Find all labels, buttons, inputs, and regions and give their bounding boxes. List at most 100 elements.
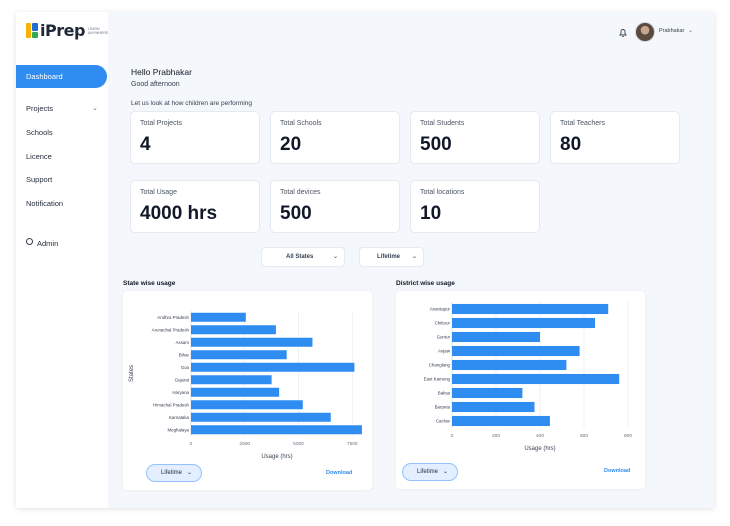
bar [191,350,287,360]
stat-label: Total devices [280,189,321,196]
category-label: Changlang [429,363,451,368]
category-label: Guntur [437,335,451,340]
avatar[interactable] [635,22,655,42]
category-label: Andhra Pradesh [157,315,189,320]
stat-card: Total Teachers 80 [550,111,680,164]
chevron-down-icon: ⌄ [187,470,193,476]
gear-icon [26,238,33,245]
district-period-button[interactable]: Lifetime ⌄ [402,463,458,481]
bell-icon[interactable] [618,28,628,38]
district-download-link[interactable]: Download [604,468,630,474]
state-usage-title: State wise usage [123,280,176,287]
bar [452,331,540,343]
category-label: Cachar [436,419,451,424]
stat-value: 80 [560,134,582,155]
state-period-button[interactable]: Lifetime ⌄ [146,464,202,482]
logo-mark [26,23,39,38]
stat-value: 4000 hrs [140,203,218,224]
bar [452,359,567,371]
stat-card: Total Students 500 [410,111,540,164]
stat-value: 500 [280,203,312,224]
sidebar-item-projects[interactable]: Projects [26,104,53,113]
bar [452,317,595,329]
sidebar-item-schools[interactable]: Schools [26,128,53,137]
category-label: Bihar [179,352,190,357]
bar [191,375,272,385]
x-tick-label: 400 [536,433,544,439]
brand-name: iPrep [40,21,85,40]
period-filter-select[interactable]: Lifetime ⌄ [359,247,424,267]
sidebar-item-support[interactable]: Support [26,175,52,184]
sidebar-item-licence[interactable]: Licence [26,152,52,161]
sidebar: iPrep LEARN ANYWHERE Dashboard Projects … [16,12,108,508]
stat-label: Total Students [420,120,465,127]
district-period-label: Lifetime [417,469,439,475]
category-label: Baksa [438,391,451,396]
bar [452,415,550,427]
stat-label: Total Teachers [560,120,606,127]
category-label: Gujarat [175,377,190,382]
bar [191,312,246,322]
bar [191,387,280,397]
bar [452,303,609,315]
category-label: Barpeta [435,405,451,410]
category-label: Arunachal Pradesh [152,327,190,332]
category-label: Chittoor [435,321,451,326]
bar [191,337,313,347]
category-label: Karnataka [169,415,190,420]
bar [191,400,303,410]
bar [191,425,362,435]
category-label: Himachal Pradesh [153,402,189,407]
category-label: Meghalaya [168,427,190,432]
state-filter-select[interactable]: All States ⌄ [261,247,345,267]
stat-label: Total locations [420,189,465,196]
category-label: Goa [181,365,190,370]
bar [452,373,620,385]
state-usage-chart: 0 2500 5000 7500 Andhra Pradesh Arunachal Pra… [129,311,362,460]
category-label: East Kameng [424,377,451,382]
category-label: Assam [176,340,190,345]
state-download-link[interactable]: Download [326,470,352,476]
x-tick-label: 0 [451,433,454,439]
bar [191,325,276,335]
chevron-down-icon[interactable]: ⌄ [688,27,693,34]
stat-card: Total Projects 4 [130,111,260,164]
x-tick-label: 5000 [293,441,304,447]
chevron-down-icon: ⌄ [443,469,449,475]
stat-label: Total Usage [140,189,177,196]
x-tick-label: 7500 [347,441,358,447]
brand-tagline: LEARN ANYWHERE [87,26,109,35]
bar [191,412,331,422]
sidebar-item-admin[interactable]: Admin [37,239,58,248]
sidebar-item-dashboard[interactable]: Dashboard [16,65,107,88]
y-axis-label: States [129,365,135,382]
x-axis-label: Usage (hrs) [261,454,292,460]
logo: iPrep LEARN ANYWHERE [26,21,109,40]
x-tick-label: 0 [190,441,193,447]
performance-prompt: Let us look at how children are performi… [131,100,253,107]
x-axis-label: Usage (hrs) [524,446,555,452]
x-tick-label: 800 [624,433,632,439]
category-label: Haryana [172,390,189,395]
category-label: Anjaw [438,349,451,354]
district-usage-title: District wise usage [396,280,455,287]
chevron-down-icon: ⌄ [412,254,418,260]
bar [452,387,523,399]
chevron-down-icon[interactable]: ⌄ [92,104,98,112]
stat-value: 500 [420,134,452,155]
stat-card: Total locations 10 [410,180,540,233]
greeting-title: Hello Prabhakar [131,67,192,77]
stat-card: Total devices 500 [270,180,400,233]
stat-card: Total Schools 20 [270,111,400,164]
state-filter-value: All States [286,254,314,260]
stat-label: Total Schools [280,120,322,127]
stat-value: 4 [140,134,151,155]
bar [191,362,355,372]
district-usage-chart: 0 200 400 600 800 Anantapur Chittoor Guntur Anja… [424,302,632,452]
x-tick-label: 2500 [239,441,250,447]
greeting-subtitle: Good afternoon [131,81,180,88]
user-name[interactable]: Prabhakar [659,28,684,34]
sidebar-item-notification[interactable]: Notification [26,199,63,208]
stat-label: Total Projects [140,120,183,127]
x-tick-label: 200 [492,433,500,439]
